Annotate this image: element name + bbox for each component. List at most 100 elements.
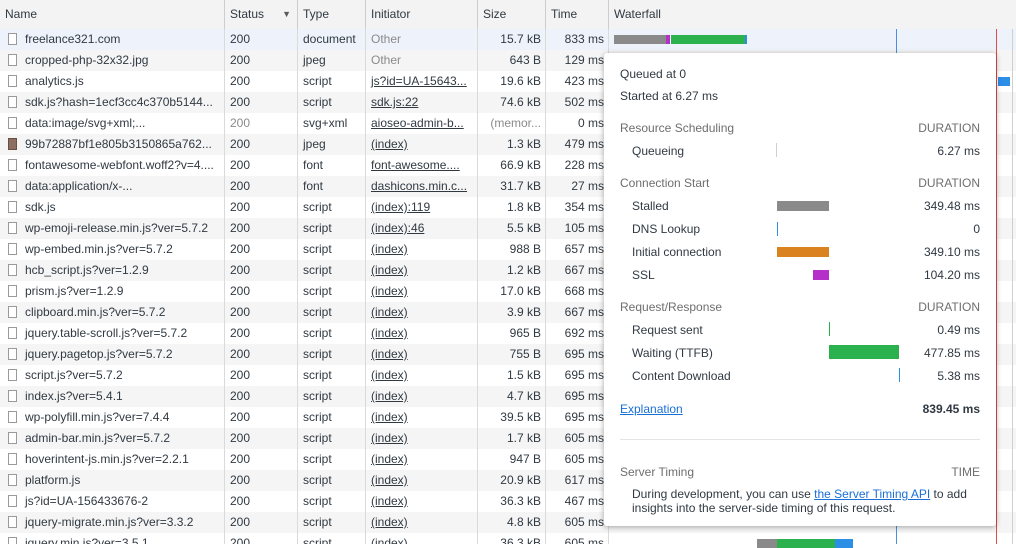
request-size: 15.7 kB xyxy=(478,29,546,50)
request-initiator[interactable]: sdk.js:22 xyxy=(366,92,478,113)
column-header-type[interactable]: Type xyxy=(298,0,366,29)
request-size: 755 B xyxy=(478,344,546,365)
request-initiator[interactable]: (index) xyxy=(366,407,478,428)
column-header-waterfall[interactable]: Waterfall xyxy=(609,0,1016,29)
explanation-link[interactable]: Explanation xyxy=(620,402,683,416)
request-type: script xyxy=(298,260,366,281)
request-initiator[interactable]: (index) xyxy=(366,449,478,470)
request-initiator-text[interactable]: (index) xyxy=(371,494,408,508)
server-timing-api-link[interactable]: the Server Timing API xyxy=(814,487,930,501)
request-initiator[interactable]: (index) xyxy=(366,323,478,344)
request-initiator-text[interactable]: (index):46 xyxy=(371,221,424,235)
server-timing-text-after: to add xyxy=(933,487,967,501)
request-status: 200 xyxy=(225,218,298,239)
request-initiator[interactable]: (index) xyxy=(366,386,478,407)
request-name-text: hoverintent-js.min.js?ver=2.2.1 xyxy=(25,452,189,466)
request-initiator-text[interactable]: sdk.js:22 xyxy=(371,95,418,109)
request-initiator-text[interactable]: (index) xyxy=(371,368,408,382)
request-size: 3.9 kB xyxy=(478,302,546,323)
request-initiator[interactable]: dashicons.min.c... xyxy=(366,176,478,197)
server-timing-title: Server Timing xyxy=(620,465,695,479)
request-initiator[interactable]: (index) xyxy=(366,281,478,302)
request-initiator-text[interactable]: (index) xyxy=(371,284,408,298)
request-initiator[interactable]: aioseo-admin-b... xyxy=(366,113,478,134)
request-initiator-text[interactable]: (index) xyxy=(371,137,408,151)
table-row[interactable]: jquery.min.js?ver=3.5.1 200 script (index) 3… xyxy=(0,533,1016,544)
request-initiator[interactable]: (index) xyxy=(366,239,478,260)
request-initiator-text[interactable]: (index) xyxy=(371,263,408,277)
request-type: script xyxy=(298,407,366,428)
request-name-text: jquery-migrate.min.js?ver=3.3.2 xyxy=(25,515,194,529)
request-initiator[interactable]: (index) xyxy=(366,491,478,512)
column-header-initiator[interactable]: Initiator xyxy=(366,0,478,29)
request-initiator[interactable]: (index) xyxy=(366,365,478,386)
request-name-text: wp-emoji-release.min.js?ver=5.7.2 xyxy=(25,221,209,235)
request-initiator[interactable]: font-awesome.... xyxy=(366,155,478,176)
ssl-bar xyxy=(813,270,829,280)
request-status: 200 xyxy=(225,491,298,512)
request-name: admin-bar.min.js?ver=5.7.2 xyxy=(0,428,225,449)
request-status: 200 xyxy=(225,176,298,197)
request-status: 200 xyxy=(225,449,298,470)
request-initiator-text[interactable]: (index) xyxy=(371,410,408,424)
request-initiator-text[interactable]: (index) xyxy=(371,389,408,403)
table-row[interactable]: freelance321.com 200 document Other 15.7 kB 8… xyxy=(0,29,1016,50)
server-timing-text-before: During development, you can use xyxy=(632,487,811,501)
request-time: 105 ms xyxy=(546,218,609,239)
request-initiator[interactable]: (index) xyxy=(366,302,478,323)
request-type: svg+xml xyxy=(298,113,366,134)
request-name: index.js?ver=5.4.1 xyxy=(0,386,225,407)
column-header-time[interactable]: Time xyxy=(546,0,609,29)
request-initiator[interactable]: (index) xyxy=(366,260,478,281)
request-time: 605 ms xyxy=(546,449,609,470)
file-icon xyxy=(8,327,17,339)
request-name: fontawesome-webfont.woff2?v=4.... xyxy=(0,155,225,176)
request-initiator-text[interactable]: (index):119 xyxy=(371,200,430,214)
popover-divider xyxy=(620,439,980,440)
request-initiator[interactable]: (index) xyxy=(366,134,478,155)
column-header-status[interactable]: Status ▼ xyxy=(225,0,298,29)
request-initiator-text[interactable]: (index) xyxy=(371,473,408,487)
request-initiator-text[interactable]: (index) xyxy=(371,536,408,544)
request-initiator-text[interactable]: (index) xyxy=(371,452,408,466)
request-initiator-text[interactable]: (index) xyxy=(371,347,408,361)
request-sent-bar xyxy=(829,322,830,336)
request-status: 200 xyxy=(225,323,298,344)
request-initiator-text[interactable]: js?id=UA-15643... xyxy=(371,74,467,88)
request-size: 1.5 kB xyxy=(478,365,546,386)
request-size: 643 B xyxy=(478,50,546,71)
request-name: wp-polyfill.min.js?ver=7.4.4 xyxy=(0,407,225,428)
request-name-text: data:image/svg+xml;... xyxy=(25,116,146,130)
file-icon xyxy=(8,264,17,276)
request-initiator-text[interactable]: (index) xyxy=(371,326,408,340)
request-initiator-text[interactable]: dashicons.min.c... xyxy=(371,179,467,193)
file-icon xyxy=(8,348,17,360)
request-initiator-text[interactable]: (index) xyxy=(371,431,408,445)
request-time: 695 ms xyxy=(546,407,609,428)
request-initiator[interactable]: (index) xyxy=(366,344,478,365)
request-initiator[interactable]: (index):119 xyxy=(366,197,478,218)
request-initiator[interactable]: js?id=UA-15643... xyxy=(366,71,478,92)
request-status: 200 xyxy=(225,344,298,365)
request-name: data:application/x-... xyxy=(0,176,225,197)
column-header-size[interactable]: Size xyxy=(478,0,546,29)
file-icon xyxy=(8,453,17,465)
request-time: 27 ms xyxy=(546,176,609,197)
request-status: 200 xyxy=(225,92,298,113)
request-initiator[interactable]: (index) xyxy=(366,533,478,544)
request-initiator[interactable]: (index):46 xyxy=(366,218,478,239)
column-header-name[interactable]: Name xyxy=(0,0,225,29)
request-initiator-text[interactable]: (index) xyxy=(371,242,408,256)
request-initiator[interactable]: (index) xyxy=(366,428,478,449)
request-initiator-text[interactable]: aioseo-admin-b... xyxy=(371,116,464,130)
request-initiator[interactable]: (index) xyxy=(366,512,478,533)
request-initiator-text[interactable]: font-awesome.... xyxy=(371,158,460,172)
request-time: 667 ms xyxy=(546,302,609,323)
request-initiator-text[interactable]: (index) xyxy=(371,515,408,529)
request-time: 354 ms xyxy=(546,197,609,218)
request-name-text: jquery.min.js?ver=3.5.1 xyxy=(25,536,149,544)
request-initiator[interactable]: (index) xyxy=(366,470,478,491)
dns-lookup-bar xyxy=(777,222,778,236)
request-initiator-text[interactable]: (index) xyxy=(371,305,408,319)
waterfall-bar-analytics xyxy=(998,77,1010,86)
